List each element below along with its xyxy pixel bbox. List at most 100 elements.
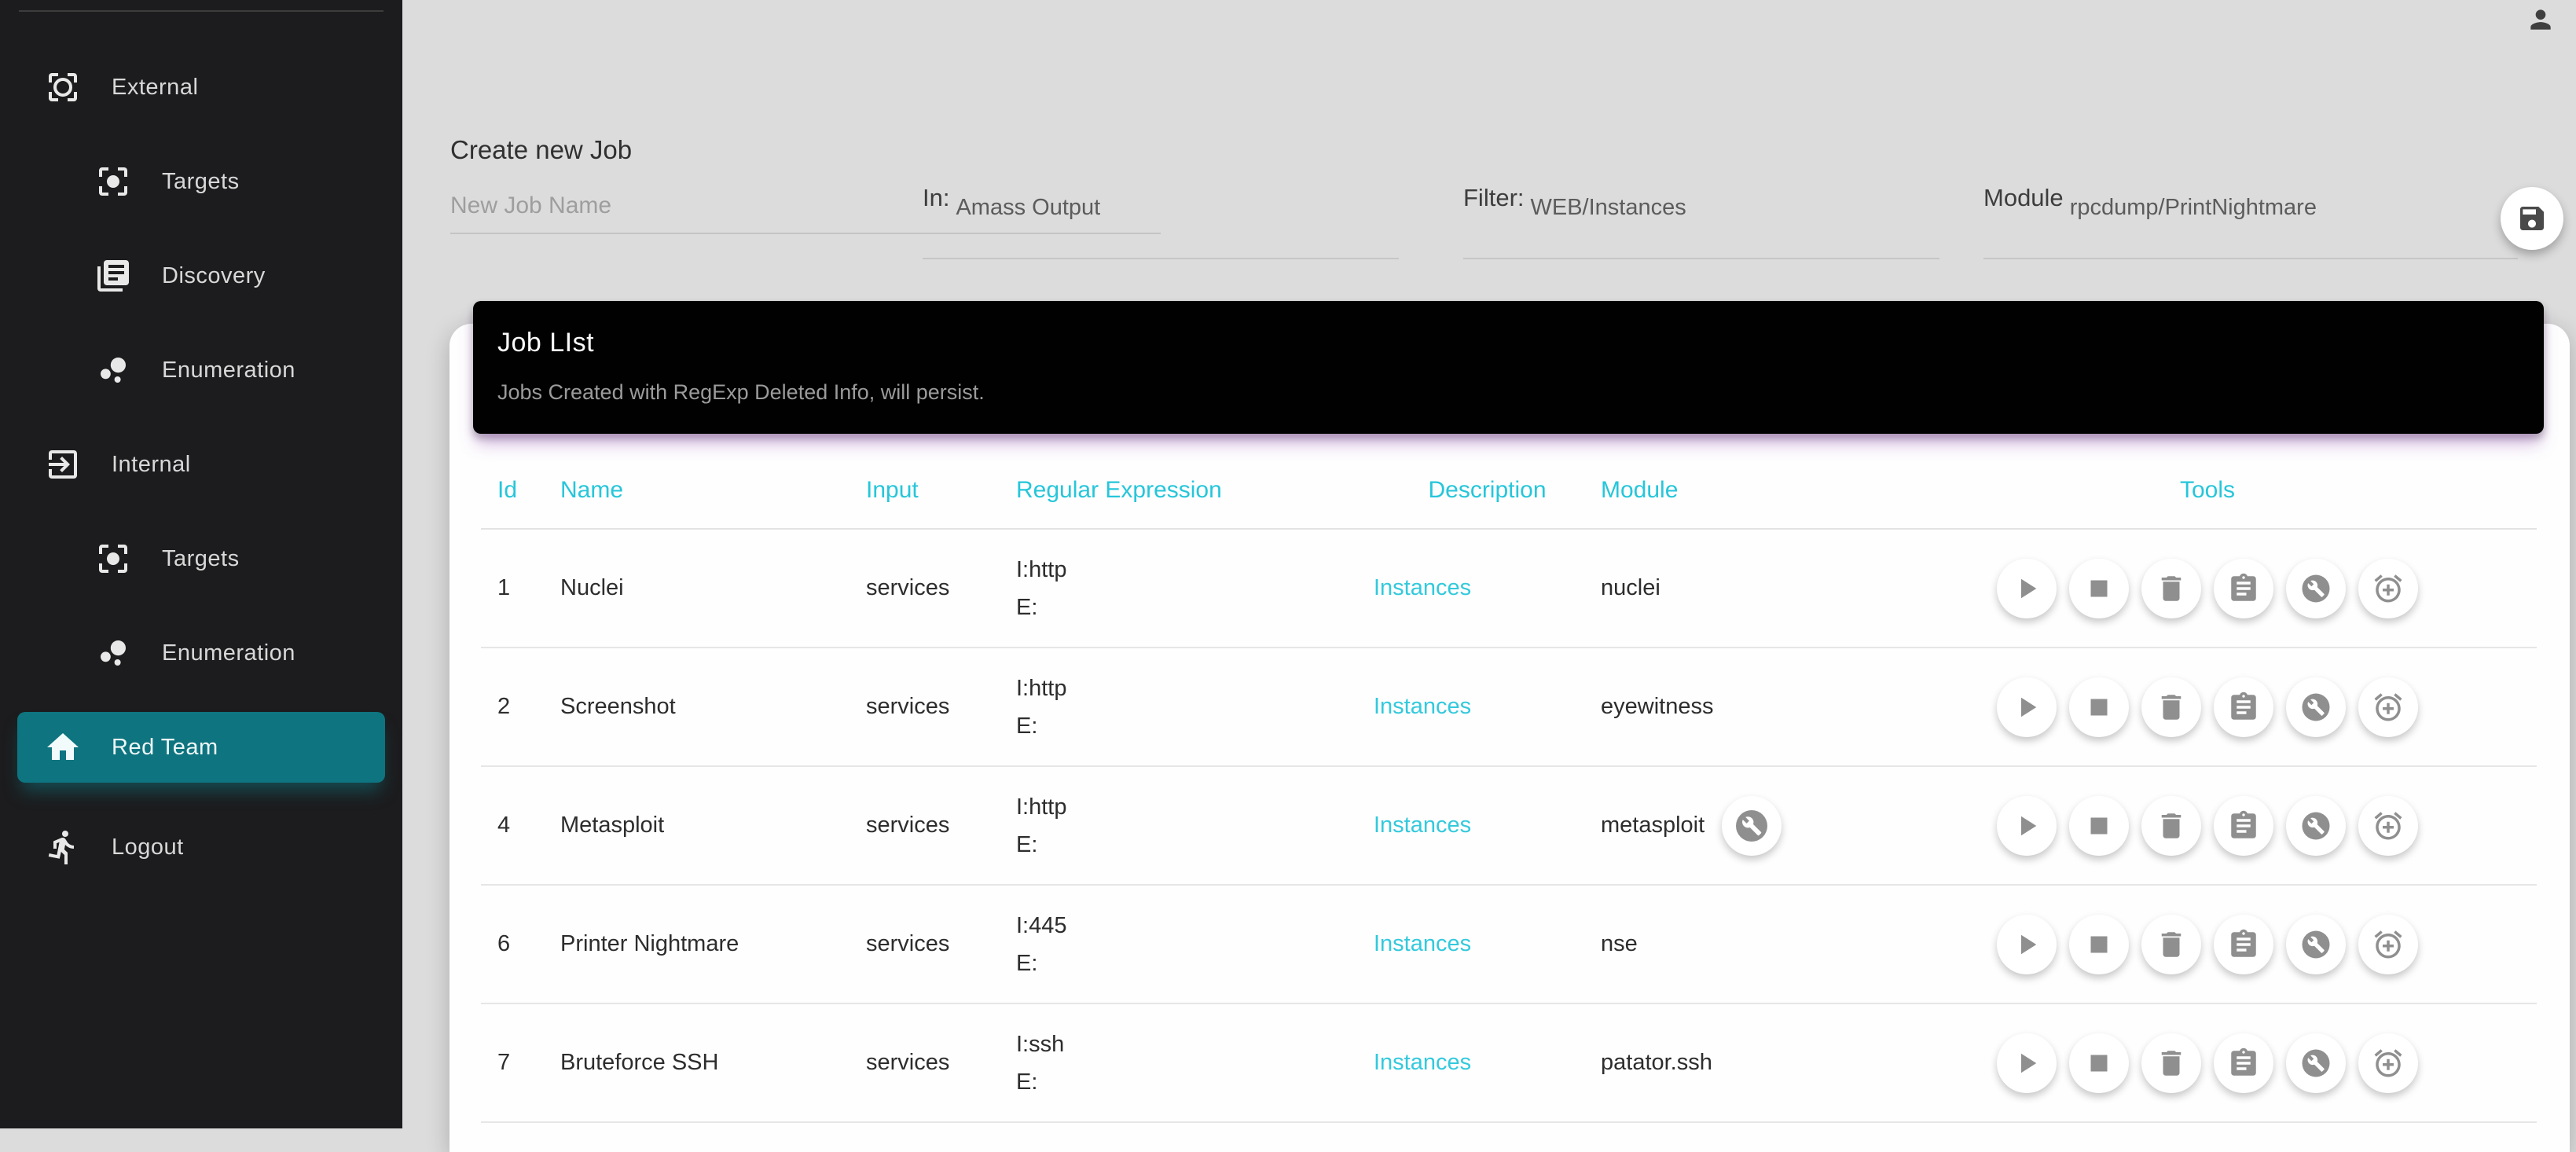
sidebar-item-internal[interactable]: Internal [0,417,402,512]
build-circle-icon [2299,572,2332,605]
stop-button[interactable] [2069,677,2129,737]
sidebar-item-enumeration[interactable]: Enumeration [0,323,402,417]
job-module-cell: eyewitness [1601,648,1878,766]
play-button[interactable] [1997,915,2057,974]
build-circle-button[interactable] [2286,677,2346,737]
job-table: IdNameInputRegular ExpressionDescription… [481,453,2537,1123]
run-icon [44,828,82,866]
build-circle-button[interactable] [2286,1033,2346,1093]
column-header-regular-expression: Regular Expression [1016,453,1374,529]
job-id-cell: 2 [481,648,560,766]
build-circle-button[interactable] [2286,796,2346,856]
sidebar-item-external[interactable]: External [0,40,402,134]
exit-to-app-icon [44,446,82,483]
build-circle-icon [2299,809,2332,842]
module-name: patator.ssh [1601,1050,1712,1076]
play-icon [2010,691,2043,724]
job-id-cell: 4 [481,766,560,885]
delete-button[interactable] [2141,915,2201,974]
sidebar-item-label: Targets [162,169,240,195]
table-row: 4 Metasploit services I:http E: Instance… [481,766,2537,885]
sidebar-item-red-team[interactable]: Red Team [17,712,385,783]
job-name-cell: Screenshot [560,648,866,766]
job-regex-cell: I:http E: [1016,529,1374,648]
build-circle-icon [2299,928,2332,961]
build-circle-button[interactable] [2286,559,2346,618]
play-icon [2010,928,2043,961]
module-select[interactable]: Module rpcdump/PrintNightmare [1983,182,2518,259]
sidebar-item-logout[interactable]: Logout [0,800,402,894]
job-tools-cell [1878,766,2537,885]
instances-link[interactable]: Instances [1374,1050,1471,1075]
save-job-button[interactable] [2501,187,2563,250]
stop-button[interactable] [2069,559,2129,618]
instances-link[interactable]: Instances [1374,813,1471,838]
job-name-cell: Bruteforce SSH [560,1003,866,1122]
regex-exclude-line: E: [1016,1063,1374,1101]
assignment-button[interactable] [2214,915,2273,974]
module-name: nuclei [1601,575,1660,601]
sidebar-item-label: Enumeration [162,358,295,383]
assignment-icon [2227,1047,2260,1080]
play-button[interactable] [1997,1033,2057,1093]
sidebar-item-discovery[interactable]: Discovery [0,229,402,323]
instances-link[interactable]: Instances [1374,575,1471,600]
job-input-cell: services [866,766,1016,885]
user-account-button[interactable] [2526,5,2560,39]
delete-icon [2155,928,2188,961]
alarm-add-icon [2372,809,2405,842]
delete-button[interactable] [2141,796,2201,856]
alarm-add-button[interactable] [2358,915,2418,974]
in-label: In: [923,182,949,212]
job-regex-cell: I:http E: [1016,766,1374,885]
sidebar: External Targets Discovery Enumeration I… [0,0,402,1128]
alarm-add-button[interactable] [2358,677,2418,737]
job-input-cell: services [866,648,1016,766]
alarm-add-button[interactable] [2358,796,2418,856]
regex-exclude-line: E: [1016,826,1374,864]
create-job-title: Create new Job [450,135,632,165]
play-button[interactable] [1997,677,2057,737]
job-input-cell: services [866,1003,1016,1122]
stop-icon [2082,691,2115,724]
person-icon [2526,5,2556,35]
instances-link[interactable]: Instances [1374,931,1471,956]
column-header-module: Module [1601,453,1878,529]
stop-button[interactable] [2069,1033,2129,1093]
module-build-button[interactable] [1722,796,1782,856]
input-source-select[interactable]: In: Amass Output [923,182,1399,259]
assignment-button[interactable] [2214,796,2273,856]
play-button[interactable] [1997,796,2057,856]
assignment-button[interactable] [2214,1033,2273,1093]
regex-input-line: I:http [1016,788,1374,826]
stop-icon [2082,572,2115,605]
stop-button[interactable] [2069,796,2129,856]
regex-exclude-line: E: [1016,589,1374,626]
assignment-button[interactable] [2214,559,2273,618]
delete-button[interactable] [2141,677,2201,737]
instances-link[interactable]: Instances [1374,694,1471,719]
sidebar-item-enumeration[interactable]: Enumeration [0,606,402,700]
stop-button[interactable] [2069,915,2129,974]
alarm-add-button[interactable] [2358,559,2418,618]
sidebar-item-targets[interactable]: Targets [0,512,402,606]
tools-group [1878,915,2537,974]
delete-icon [2155,572,2188,605]
job-module-cell: patator.ssh [1601,1003,1878,1122]
delete-button[interactable] [2141,1033,2201,1093]
sidebar-item-label: Logout [112,835,184,860]
delete-button[interactable] [2141,559,2201,618]
build-circle-icon [2299,1047,2332,1080]
play-button[interactable] [1997,559,2057,618]
sidebar-item-targets[interactable]: Targets [0,134,402,229]
build-circle-button[interactable] [2286,915,2346,974]
alarm-add-button[interactable] [2358,1033,2418,1093]
build-circle-icon [1733,807,1771,845]
job-tools-cell [1878,529,2537,648]
bubble-chart-icon [94,634,132,672]
sidebar-nav: External Targets Discovery Enumeration I… [0,12,402,894]
filter-select[interactable]: Filter: WEB/Instances [1463,182,1939,259]
assignment-button[interactable] [2214,677,2273,737]
job-id-cell: 6 [481,885,560,1003]
job-input-cell: services [866,529,1016,648]
